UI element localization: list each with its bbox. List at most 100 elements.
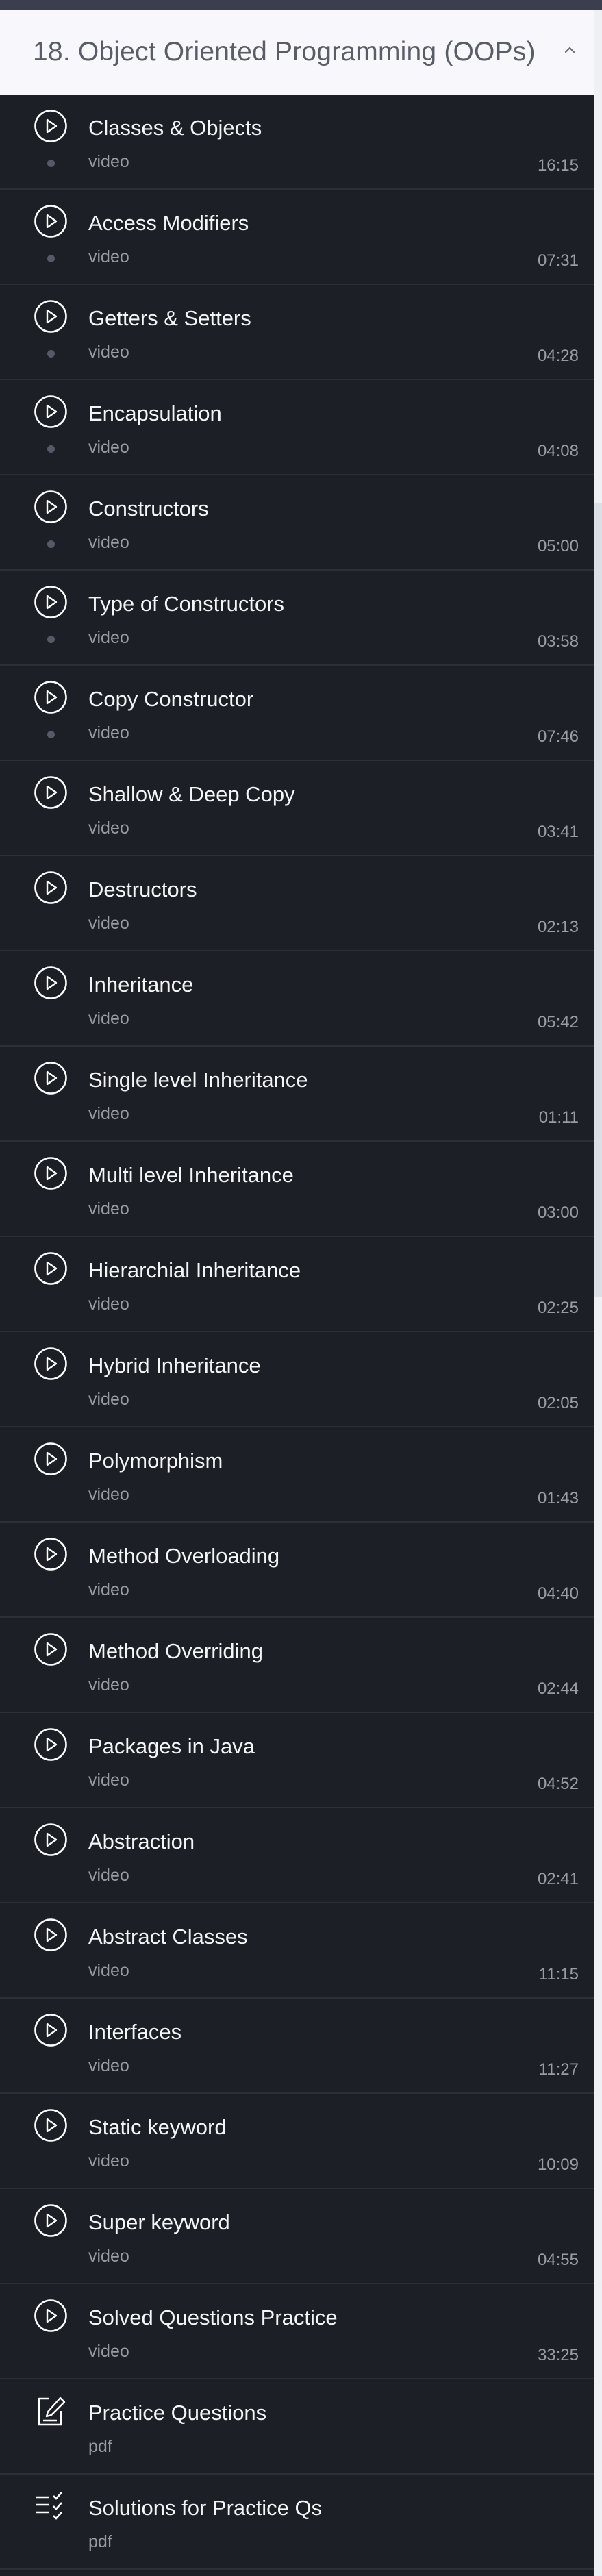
lesson-type: video bbox=[88, 438, 129, 457]
lesson-type: pdf bbox=[88, 2532, 112, 2551]
lesson-row[interactable]: Getters & Setters video 04:28 bbox=[0, 285, 594, 380]
lesson-title: Classes & Objects bbox=[88, 116, 262, 140]
play-circle-icon bbox=[33, 2108, 68, 2143]
lesson-row[interactable]: Hybrid Inheritance video 02:05 bbox=[0, 1332, 594, 1427]
lesson-duration: 04:52 bbox=[537, 1775, 579, 1793]
lesson-title: Constructors bbox=[88, 497, 209, 521]
lesson-row[interactable]: Access Modifiers video 07:31 bbox=[0, 190, 594, 285]
lesson-duration: 04:55 bbox=[537, 2251, 579, 2269]
play-circle-icon bbox=[33, 1917, 68, 1953]
play-circle-icon bbox=[33, 1060, 68, 1096]
lesson-row[interactable]: Hierarchial Inheritance video 02:25 bbox=[0, 1237, 594, 1332]
lesson-duration: 03:00 bbox=[537, 1203, 579, 1222]
lesson-duration: 07:46 bbox=[537, 727, 579, 746]
progress-dot bbox=[47, 445, 55, 453]
progress-dot bbox=[47, 636, 55, 643]
lesson-title: Shallow & Deep Copy bbox=[88, 782, 295, 806]
lesson-duration: 02:13 bbox=[537, 918, 579, 936]
lesson-duration: 04:40 bbox=[537, 1584, 579, 1603]
lesson-row[interactable]: Inheritance video 05:42 bbox=[0, 951, 594, 1047]
lesson-type: pdf bbox=[88, 2437, 112, 2456]
lesson-row[interactable]: Interfaces video 11:27 bbox=[0, 1999, 594, 2094]
lesson-title: Abstraction bbox=[88, 1829, 195, 1853]
section-header[interactable]: 18. Object Oriented Programming (OOPs) bbox=[0, 10, 594, 95]
lesson-duration: 11:15 bbox=[538, 1965, 579, 1984]
lesson-type: video bbox=[88, 2151, 129, 2171]
play-circle-icon bbox=[33, 1822, 68, 1858]
lesson-title: Type of Constructors bbox=[88, 592, 285, 616]
lesson-title: Inheritance bbox=[88, 973, 194, 997]
lesson-title: Polymorphism bbox=[88, 1449, 223, 1473]
lesson-row[interactable]: Practice Questions pdf bbox=[0, 2379, 594, 2475]
play-circle-icon bbox=[33, 203, 68, 239]
lesson-type: video bbox=[88, 533, 129, 552]
lesson-type: video bbox=[88, 342, 129, 362]
lesson-row[interactable]: Super keyword video 04:55 bbox=[0, 2189, 594, 2284]
lesson-type: video bbox=[88, 1009, 129, 1028]
play-circle-icon bbox=[33, 775, 68, 810]
play-circle-icon bbox=[33, 870, 68, 905]
lesson-type: video bbox=[88, 247, 129, 266]
lesson-title: Hybrid Inheritance bbox=[88, 1353, 261, 1377]
lesson-list: Classes & Objects video 16:15 Access Modifi… bbox=[0, 95, 594, 2570]
scrollbar[interactable] bbox=[594, 10, 602, 2576]
lesson-title: Getters & Setters bbox=[88, 306, 251, 330]
play-circle-icon bbox=[33, 108, 68, 144]
lesson-row[interactable]: Destructors video 02:13 bbox=[0, 856, 594, 951]
lesson-row[interactable]: Packages in Java video 04:52 bbox=[0, 1713, 594, 1808]
progress-dot bbox=[47, 350, 55, 358]
play-circle-icon bbox=[33, 1631, 68, 1667]
lesson-duration: 02:44 bbox=[537, 1679, 579, 1698]
lesson-title: Multi level Inheritance bbox=[88, 1163, 294, 1187]
lesson-type: video bbox=[88, 1104, 129, 1123]
progress-dot bbox=[47, 540, 55, 548]
lesson-type: video bbox=[88, 818, 129, 838]
lesson-row[interactable]: Classes & Objects video 16:15 bbox=[0, 95, 594, 190]
lesson-type: video bbox=[88, 1485, 129, 1504]
lesson-duration: 33:25 bbox=[537, 2346, 579, 2364]
play-circle-icon bbox=[33, 2012, 68, 2048]
lesson-duration: 04:28 bbox=[537, 347, 579, 365]
chevron-up-icon[interactable] bbox=[560, 40, 580, 60]
play-circle-icon bbox=[33, 1441, 68, 1477]
lesson-row[interactable]: Constructors video 05:00 bbox=[0, 475, 594, 571]
lesson-duration: 02:41 bbox=[537, 1870, 579, 1888]
lesson-row[interactable]: Copy Constructor video 07:46 bbox=[0, 666, 594, 761]
lesson-duration: 07:31 bbox=[537, 251, 579, 270]
lesson-row[interactable]: Method Overriding video 02:44 bbox=[0, 1618, 594, 1713]
play-circle-icon bbox=[33, 1727, 68, 1762]
lesson-row[interactable]: Abstract Classes video 11:15 bbox=[0, 1903, 594, 1999]
lesson-type: video bbox=[88, 1866, 129, 1885]
lesson-type: video bbox=[88, 1199, 129, 1218]
scrollbar-thumb[interactable] bbox=[594, 503, 602, 1297]
lesson-row[interactable]: Single level Inheritance video 01:11 bbox=[0, 1047, 594, 1142]
lesson-row[interactable]: Multi level Inheritance video 03:00 bbox=[0, 1142, 594, 1237]
section-title: 18. Object Oriented Programming (OOPs) bbox=[33, 37, 536, 66]
play-circle-icon bbox=[33, 394, 68, 429]
lesson-row[interactable]: Polymorphism video 01:43 bbox=[0, 1427, 594, 1523]
lesson-row[interactable]: Type of Constructors video 03:58 bbox=[0, 571, 594, 666]
lesson-title: Single level Inheritance bbox=[88, 1068, 308, 1092]
lesson-title: Encapsulation bbox=[88, 401, 222, 425]
play-circle-icon bbox=[33, 965, 68, 1001]
play-circle-icon bbox=[33, 1155, 68, 1191]
checklist-icon bbox=[33, 2488, 68, 2524]
lesson-type: video bbox=[88, 723, 129, 742]
play-circle-icon bbox=[33, 1536, 68, 1572]
lesson-duration: 03:58 bbox=[537, 632, 579, 651]
lesson-duration: 01:11 bbox=[538, 1108, 579, 1127]
lesson-row[interactable]: Shallow & Deep Copy video 03:41 bbox=[0, 761, 594, 856]
play-circle-icon bbox=[33, 679, 68, 715]
lesson-row[interactable]: Static keyword video 10:09 bbox=[0, 2094, 594, 2189]
play-circle-icon bbox=[33, 2203, 68, 2238]
lesson-row[interactable]: Solved Questions Practice video 33:25 bbox=[0, 2284, 594, 2379]
lesson-type: video bbox=[88, 1961, 129, 1980]
lesson-row[interactable]: Solutions for Practice Qs pdf bbox=[0, 2475, 594, 2570]
lesson-row[interactable]: Method Overloading video 04:40 bbox=[0, 1523, 594, 1618]
lesson-row[interactable]: Encapsulation video 04:08 bbox=[0, 380, 594, 475]
lesson-type: video bbox=[88, 1580, 129, 1599]
lesson-row[interactable]: Abstraction video 02:41 bbox=[0, 1808, 594, 1903]
lesson-type: video bbox=[88, 1390, 129, 1409]
lesson-title: Solved Questions Practice bbox=[88, 2305, 338, 2329]
lesson-title: Access Modifiers bbox=[88, 211, 249, 235]
